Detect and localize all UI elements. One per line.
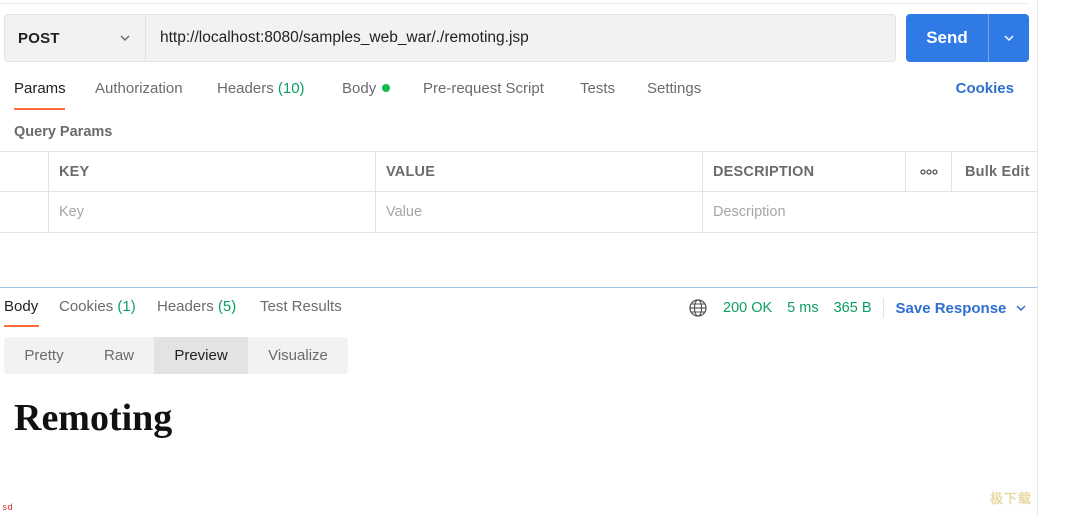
response-tab-headers[interactable]: Headers (5) [157, 298, 236, 315]
view-mode-preview[interactable]: Preview [154, 337, 248, 374]
response-tab-cookies-label: Cookies [59, 298, 114, 315]
request-panel: POST http://localhost:8080/samples_web_w… [0, 0, 1038, 515]
response-tab-test-results[interactable]: Test Results [260, 298, 342, 315]
table-header-row: KEY VALUE DESCRIPTION Bulk Edit [0, 151, 1038, 192]
response-size[interactable]: 365 B [834, 300, 872, 316]
panel-divider [1037, 0, 1038, 515]
view-mode-pretty[interactable]: Pretty [4, 337, 84, 374]
send-options-button[interactable] [989, 14, 1029, 62]
description-input[interactable]: Description [702, 192, 1038, 232]
response-time[interactable]: 5 ms [787, 300, 818, 316]
key-placeholder: Key [59, 204, 84, 220]
more-options-button[interactable] [905, 152, 951, 191]
column-header-description: DESCRIPTION [702, 152, 905, 191]
request-tabs: Params Authorization Headers (10) Body P… [0, 80, 1038, 110]
tab-body[interactable]: Body [342, 80, 391, 97]
app-frame: POST http://localhost:8080/samples_web_w… [0, 0, 1080, 515]
table-row: Key Value Description [0, 192, 1038, 233]
meta-divider [882, 298, 884, 318]
tab-pre-request-script[interactable]: Pre-request Script [423, 80, 544, 97]
response-tab-headers-count: (5) [217, 298, 237, 315]
bulk-edit-button[interactable]: Bulk Edit [951, 152, 1038, 191]
body-status-dot [382, 84, 391, 92]
corner-tag: sd [2, 503, 13, 513]
row-checkbox-cell [0, 192, 48, 232]
tab-body-label: Body [342, 80, 377, 97]
preview-heading: Remoting [14, 397, 173, 439]
response-divider[interactable] [0, 287, 1038, 288]
send-button-group: Send [906, 14, 1029, 62]
url-input[interactable]: http://localhost:8080/samples_web_war/./… [146, 15, 895, 61]
cookies-link[interactable]: Cookies [956, 80, 1014, 97]
view-mode-raw[interactable]: Raw [84, 337, 154, 374]
request-bar: POST http://localhost:8080/samples_web_w… [4, 14, 896, 62]
chevron-down-icon [120, 35, 130, 42]
tab-authorization[interactable]: Authorization [95, 80, 183, 97]
watermark-logo: 极下载 [990, 491, 1033, 506]
query-params-title: Query Params [14, 124, 113, 140]
response-tab-body[interactable]: Body [4, 298, 38, 315]
active-response-tab-indicator [4, 325, 39, 327]
response-tab-cookies-count: (1) [117, 298, 136, 315]
tab-headers[interactable]: Headers (10) [217, 80, 305, 97]
chevron-down-icon [1016, 305, 1026, 312]
column-header-key: KEY [48, 152, 375, 191]
response-tab-cookies[interactable]: Cookies (1) [59, 298, 136, 315]
view-mode-visualize[interactable]: Visualize [248, 337, 348, 374]
tab-headers-label: Headers [217, 80, 274, 97]
save-response-label: Save Response [895, 299, 1007, 317]
save-response-button[interactable]: Save Response [896, 300, 1028, 317]
tab-headers-count: (10) [277, 80, 305, 97]
chevron-down-icon [1004, 35, 1014, 42]
tab-tests[interactable]: Tests [580, 80, 615, 97]
value-input[interactable]: Value [375, 192, 702, 232]
more-dots-icon [919, 168, 938, 175]
description-placeholder: Description [713, 204, 786, 220]
method-select[interactable]: POST [5, 15, 146, 61]
tab-settings[interactable]: Settings [647, 80, 701, 97]
globe-icon[interactable] [688, 298, 708, 318]
checkbox-column-header [0, 152, 48, 191]
response-tab-headers-label: Headers [157, 298, 214, 315]
key-input[interactable]: Key [48, 192, 375, 232]
tab-params[interactable]: Params [14, 80, 66, 97]
top-divider [0, 3, 1028, 4]
method-label: POST [18, 29, 60, 47]
active-tab-indicator [14, 108, 65, 110]
send-button[interactable]: Send [906, 14, 988, 62]
column-header-value: VALUE [375, 152, 702, 191]
url-text: http://localhost:8080/samples_web_war/./… [160, 29, 529, 46]
value-placeholder: Value [386, 204, 423, 220]
view-mode-switcher: Pretty Raw Preview Visualize [4, 337, 348, 374]
status-code[interactable]: 200 OK [723, 300, 772, 316]
query-params-table: KEY VALUE DESCRIPTION Bulk Edit Key Valu… [0, 151, 1038, 233]
response-meta: 200 OK 5 ms 365 B Save Response [688, 298, 1027, 318]
